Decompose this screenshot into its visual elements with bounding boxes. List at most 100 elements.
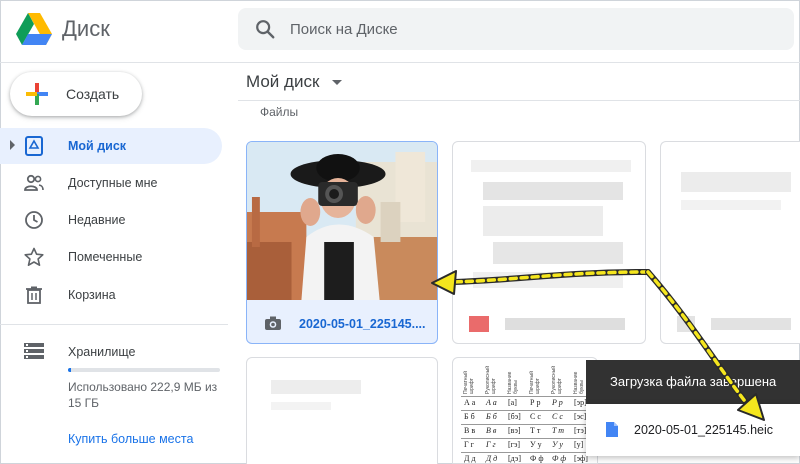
page-title[interactable]: Мой диск — [246, 72, 319, 92]
blurred-file-name — [505, 318, 625, 330]
sidebar-item-trash[interactable]: Корзина — [0, 277, 222, 313]
table-header: Название буквы — [507, 371, 519, 394]
table-row: Б б Б б [бэ] С с C c [эс] — [461, 410, 591, 424]
sidebar-item-label: Помеченные — [68, 250, 143, 264]
table-cell: Т т — [530, 426, 541, 435]
photo-thumbnail — [247, 142, 437, 300]
sidebar-item-label: Мой диск — [68, 139, 127, 153]
search-box[interactable] — [238, 8, 794, 50]
table-cell: В в — [486, 426, 497, 435]
create-button[interactable]: Создать — [10, 72, 142, 116]
table-cell: Р р — [530, 398, 541, 407]
app-name[interactable]: Диск — [62, 16, 110, 42]
sidebar-item-recent[interactable]: Недавние — [0, 202, 222, 238]
buy-storage-link[interactable]: Купить больше места — [68, 432, 193, 446]
sidebar-divider — [0, 324, 228, 325]
drive-icon — [25, 136, 43, 156]
header-divider — [0, 62, 800, 63]
title-dropdown-icon[interactable] — [332, 80, 342, 85]
table-cell: [эс] — [574, 412, 587, 421]
table-cell: Б б — [486, 412, 497, 421]
file-card-blurred[interactable] — [246, 357, 438, 464]
trash-icon — [26, 286, 42, 304]
storage-label[interactable]: Хранилище — [68, 345, 136, 359]
files-section-label: Файлы — [260, 105, 299, 119]
clock-icon — [25, 211, 43, 229]
table-cell: [дэ] — [508, 454, 522, 463]
table-cell: [бэ] — [508, 412, 521, 421]
table-cell: [у] — [574, 440, 584, 449]
table-header: Печатный шрифт — [529, 371, 541, 394]
table-cell: А а — [464, 398, 476, 407]
table-row: Д дД д [дэ] Ф фФ ф [эф] — [461, 452, 591, 463]
table-cell: [тэ] — [574, 426, 587, 435]
storage-usage-bar — [68, 368, 220, 372]
search-input[interactable] — [290, 8, 770, 50]
expand-caret-icon[interactable] — [10, 140, 15, 150]
table-header: Рукописный шрифт — [551, 365, 563, 394]
blurred-content — [483, 182, 623, 200]
blurred-content — [271, 402, 331, 410]
toast-title: Загрузка файла завершена — [610, 374, 777, 389]
table-cell: [вэ] — [508, 426, 521, 435]
upload-toast-item[interactable]: 2020-05-01_225145.heic — [586, 404, 800, 456]
table-cell: В в — [464, 426, 476, 435]
blurred-content — [493, 242, 623, 264]
alphabet-table: Печатный шрифт Рукописный шрифт Название б… — [461, 360, 591, 463]
sidebar-item-shared[interactable]: Доступные мне — [0, 165, 222, 201]
table-cell: A a — [486, 398, 497, 407]
table-cell: У у — [530, 440, 542, 449]
table-cell: Ф ф — [552, 454, 567, 463]
blurred-file-name — [711, 318, 791, 330]
camera-icon — [265, 316, 281, 330]
toast-file-name: 2020-05-01_225145.heic — [634, 423, 774, 437]
file-card-name: 2020-05-01_225145.... — [299, 317, 426, 331]
drive-logo-icon[interactable] — [16, 12, 52, 46]
main-divider — [238, 100, 800, 101]
blurred-content — [271, 380, 361, 394]
table-cell: [гэ] — [508, 440, 521, 449]
sidebar-item-starred[interactable]: Помеченные — [0, 239, 222, 275]
table-cell: С с — [530, 412, 541, 421]
blurred-content — [681, 200, 781, 210]
table-cell: T m — [552, 426, 565, 435]
sidebar-item-label: Недавние — [68, 213, 126, 227]
storage-usage-fill — [68, 368, 71, 372]
file-icon — [606, 422, 618, 437]
table-row: В в В в [вэ] Т т T m [тэ] — [461, 424, 591, 438]
storage-usage-text: Использовано 222,9 МБ из 15 ГБ — [68, 380, 218, 410]
file-card-alphabet-table[interactable]: Печатный шрифт Рукописный шрифт Название б… — [452, 357, 598, 464]
storage-icon — [24, 343, 44, 359]
table-cell: У у — [552, 440, 563, 449]
file-card-blurred[interactable] — [660, 141, 800, 344]
table-cell: C c — [552, 412, 563, 421]
table-header: Название буквы — [573, 371, 585, 394]
sidebar-item-label: Корзина — [68, 288, 116, 302]
star-icon — [24, 247, 44, 267]
table-cell: Б б — [464, 412, 475, 421]
search-icon[interactable] — [254, 18, 276, 40]
table-header: Рукописный шрифт — [485, 365, 497, 394]
file-card-blurred[interactable] — [452, 141, 646, 344]
file-type-icon — [677, 316, 695, 332]
table-cell: Г г — [486, 440, 496, 449]
file-type-icon — [469, 316, 489, 332]
table-cell: Д д — [464, 454, 476, 463]
table-cell: Ф ф — [530, 454, 544, 463]
table-header: Печатный шрифт — [463, 371, 475, 394]
sidebar-item-my-drive[interactable]: Мой диск — [0, 128, 222, 164]
file-card-photo[interactable]: 2020-05-01_225145.... — [246, 141, 438, 344]
sidebar-item-label: Доступные мне — [68, 176, 158, 190]
blurred-content — [473, 272, 623, 288]
table-cell: [эр] — [574, 398, 587, 407]
blurred-content — [681, 172, 791, 192]
blurred-content — [483, 206, 603, 236]
upload-toast-header: Загрузка файла завершена — [586, 360, 800, 404]
people-icon — [24, 174, 44, 191]
table-cell: P p — [552, 398, 563, 407]
table-cell: Г г — [464, 440, 474, 449]
table-cell: Д д — [486, 454, 498, 463]
create-button-label: Создать — [66, 86, 120, 102]
table-row: А а A a [а] Р р P p [эр] — [461, 396, 591, 410]
table-cell: [а] — [508, 398, 517, 407]
